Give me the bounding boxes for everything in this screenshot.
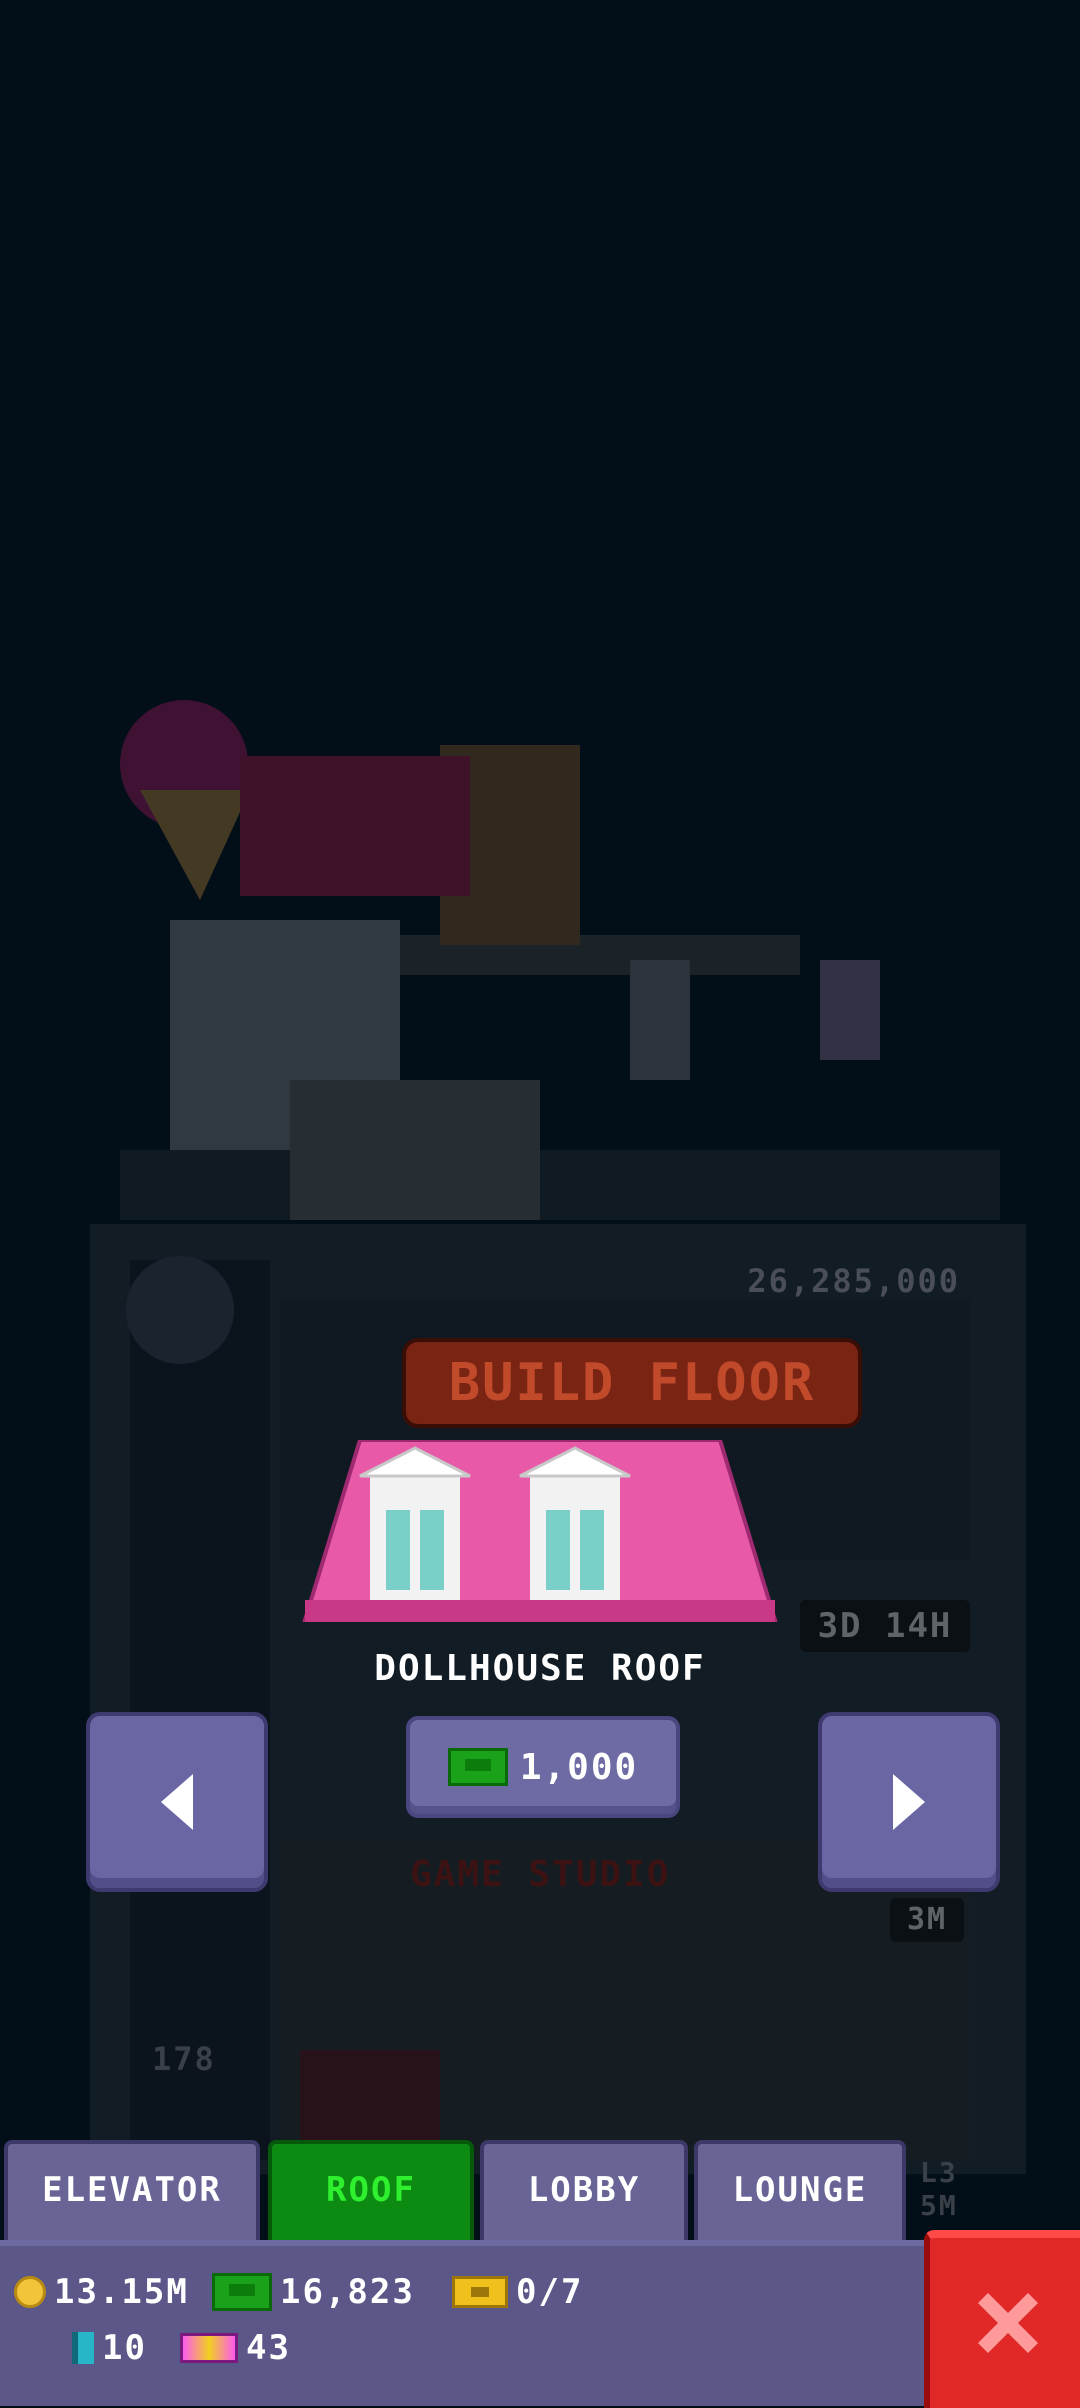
buy-roof-button[interactable]: 1,000 xyxy=(406,1716,680,1818)
bitizens-stat: 10 xyxy=(72,2328,147,2368)
bux-icon xyxy=(212,2273,272,2311)
roof-price-label: 1,000 xyxy=(519,1746,639,1788)
vip-icon xyxy=(180,2333,238,2363)
coins-value: 13.15M xyxy=(54,2272,189,2312)
game-scene: BUILD FLOOR 26,285,000 3D 14H GAME STUDI… xyxy=(0,0,1080,2408)
floor-cost-label: 26,285,000 xyxy=(747,1262,960,1300)
elevator-number-label: 178 xyxy=(152,2040,216,2078)
close-button[interactable] xyxy=(924,2230,1080,2408)
side-labels: L3 5M xyxy=(920,2156,960,2222)
coin-icon xyxy=(14,2276,46,2308)
floor-value-label: 3M xyxy=(890,1898,964,1942)
tab-roof[interactable]: ROOF xyxy=(268,2140,474,2240)
arrow-right-icon xyxy=(893,1774,925,1830)
stats-bar: 13.15M 16,823 0/7 10 43 xyxy=(0,2240,926,2406)
side-label-bottom: 5M xyxy=(920,2189,958,2222)
tickets-value: 0/7 xyxy=(516,2272,584,2312)
coins-stat: 13.15M xyxy=(14,2272,189,2312)
vip-value: 43 xyxy=(246,2328,291,2368)
dollhouse-roof-preview xyxy=(302,1440,778,1622)
build-time-label: 3D 14H xyxy=(800,1600,970,1652)
tab-lounge[interactable]: LOUNGE xyxy=(694,2140,906,2240)
close-icon xyxy=(978,2293,1038,2353)
bitizens-value: 10 xyxy=(102,2328,147,2368)
tab-lobby[interactable]: LOBBY xyxy=(480,2140,688,2240)
arrow-left-icon xyxy=(161,1774,193,1830)
vip-stat: 43 xyxy=(180,2328,291,2368)
next-roof-button[interactable] xyxy=(818,1712,1000,1892)
bitizen-icon xyxy=(72,2332,94,2364)
previous-roof-button[interactable] xyxy=(86,1712,268,1892)
bux-icon xyxy=(447,1748,508,1786)
floor-name-label: GAME STUDIO xyxy=(410,1854,671,1895)
bux-value: 16,823 xyxy=(280,2272,415,2312)
roof-item-name: DOLLHOUSE ROOF xyxy=(374,1648,706,1689)
tickets-stat: 0/7 xyxy=(452,2272,583,2312)
side-label-top: L3 xyxy=(920,2156,958,2189)
bux-stat: 16,823 xyxy=(212,2272,415,2312)
ticket-icon xyxy=(452,2276,508,2308)
build-floor-sign: BUILD FLOOR xyxy=(402,1338,862,1428)
tab-elevator[interactable]: ELEVATOR xyxy=(4,2140,260,2240)
